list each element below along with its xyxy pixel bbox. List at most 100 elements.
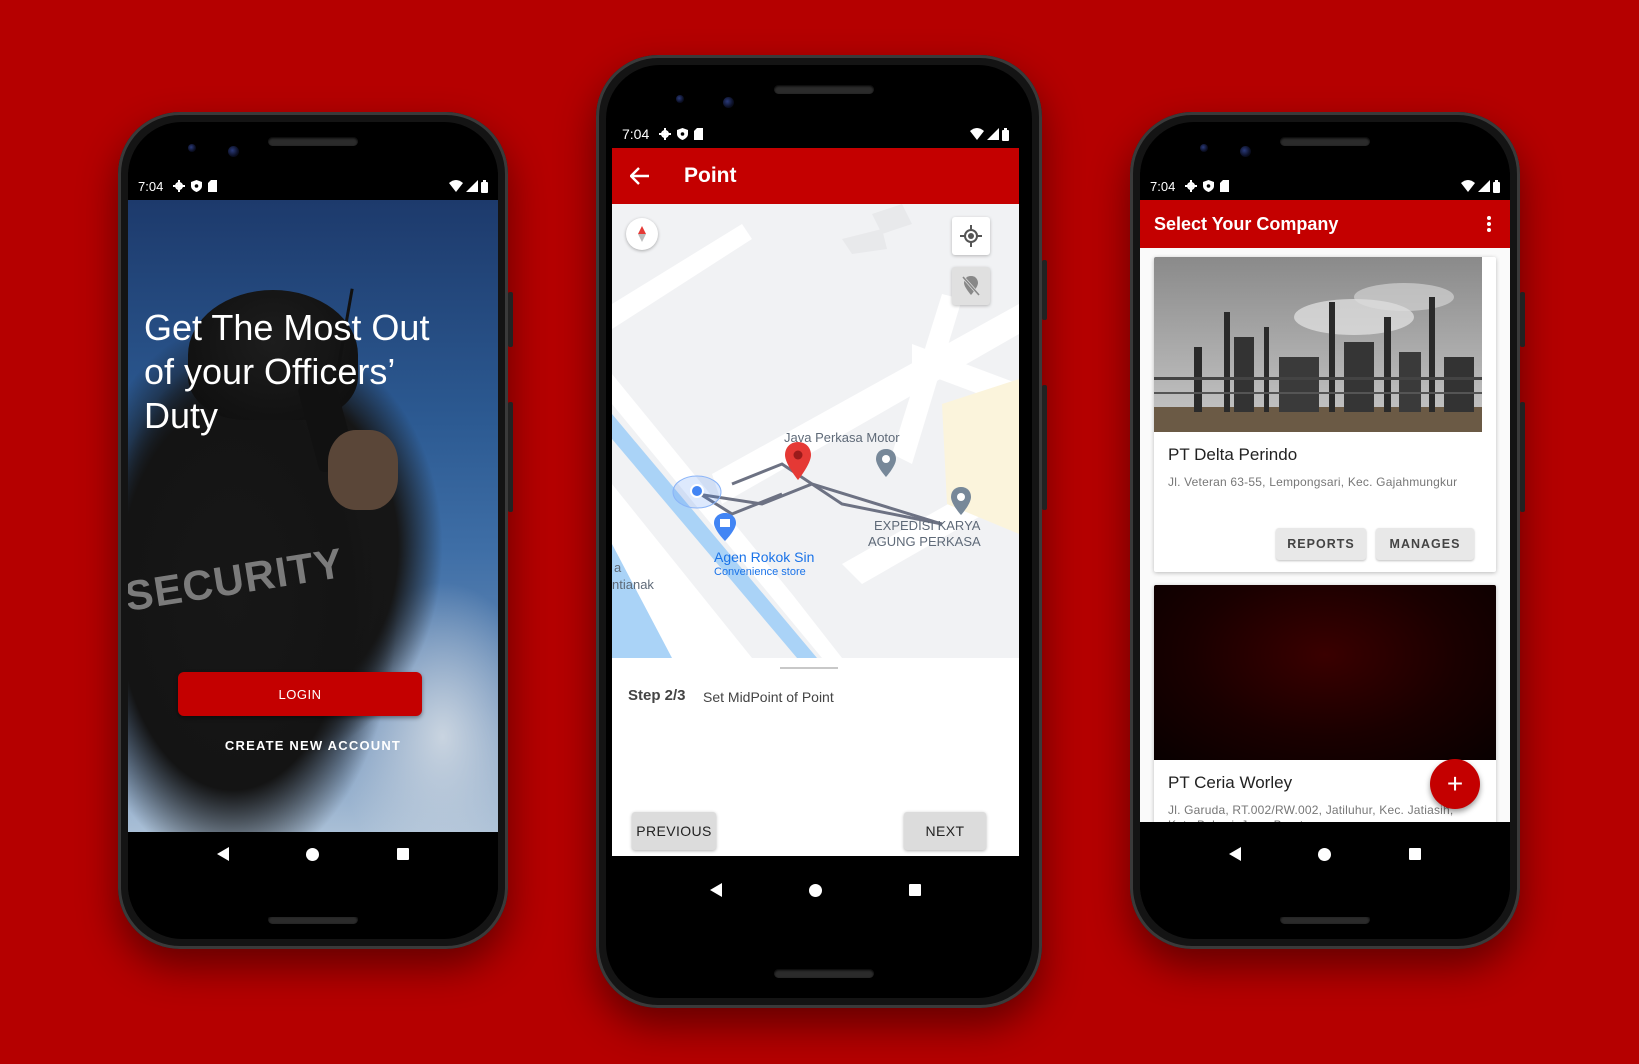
add-company-button[interactable]: + bbox=[1430, 759, 1480, 809]
earpiece bbox=[774, 85, 874, 94]
signal-icon bbox=[1478, 180, 1490, 192]
front-camera bbox=[1200, 144, 1208, 152]
wifi-icon bbox=[449, 180, 463, 192]
front-camera bbox=[676, 95, 684, 103]
page-title: Point bbox=[684, 164, 737, 187]
status-bar: 7:04 bbox=[128, 172, 498, 200]
nav-home-icon[interactable] bbox=[808, 883, 822, 897]
earpiece bbox=[268, 137, 358, 146]
front-camera bbox=[188, 144, 196, 152]
more-options-icon[interactable] bbox=[1486, 215, 1492, 233]
disable-pin-button[interactable] bbox=[952, 267, 990, 305]
volume-button bbox=[1042, 385, 1047, 510]
previous-button[interactable]: PREVIOUS bbox=[632, 812, 716, 850]
compass-icon[interactable] bbox=[626, 218, 658, 250]
login-screen: 7:04 SECURITY Get The Most Out of your O… bbox=[128, 172, 498, 917]
phone-bezel: 7:04 Select Your Company PT Delta Perind… bbox=[1140, 122, 1510, 939]
signal-icon bbox=[987, 128, 999, 140]
wifi-icon bbox=[1461, 180, 1475, 192]
signal-icon bbox=[466, 180, 478, 192]
earpiece bbox=[1280, 137, 1370, 146]
nav-recents-icon[interactable] bbox=[397, 848, 410, 860]
battery-icon bbox=[1493, 179, 1500, 193]
phone-point: 7:04 Point Java Perkasa Motor EXPEDISI K… bbox=[596, 55, 1047, 1008]
page-title: Select Your Company bbox=[1154, 213, 1339, 234]
nav-back-icon[interactable] bbox=[1228, 847, 1241, 861]
power-button bbox=[1520, 292, 1525, 347]
map-view[interactable]: Java Perkasa Motor EXPEDISI KARYA AGUNG … bbox=[612, 204, 1019, 658]
grey-pin-icon-2 bbox=[951, 487, 971, 515]
label-expedisi-1: EXPEDISI KARYA bbox=[874, 518, 981, 533]
system-nav-bar bbox=[1140, 832, 1510, 876]
company-screen: 7:04 Select Your Company PT Delta Perind… bbox=[1140, 172, 1510, 917]
company-list: PT Delta Perindo Jl. Veteran 63-55, Lemp… bbox=[1140, 248, 1510, 822]
status-bar: 7:04 bbox=[1140, 172, 1510, 200]
reports-button[interactable]: REPORTS bbox=[1276, 528, 1366, 560]
red-pin-icon bbox=[785, 442, 811, 480]
point-screen: 7:04 Point Java Perkasa Motor EXPEDISI K… bbox=[612, 120, 1019, 940]
step-description: Set MidPoint of Point bbox=[703, 689, 834, 705]
shield-icon bbox=[677, 128, 689, 140]
plus-icon: + bbox=[1446, 768, 1464, 799]
phone-bezel: 7:04 SECURITY Get The Most Out of your O… bbox=[128, 122, 498, 939]
company-address: Jl. Veteran 63-55, Lempongsari, Kec. Gaj… bbox=[1168, 475, 1458, 489]
shield-icon bbox=[191, 180, 203, 192]
sd-card-icon bbox=[694, 128, 704, 140]
system-nav-bar bbox=[612, 868, 1019, 912]
app-bar: Point bbox=[612, 148, 1019, 204]
power-button bbox=[508, 292, 513, 347]
sd-card-icon bbox=[1220, 180, 1230, 192]
label-pontianak: ntianak bbox=[612, 577, 654, 592]
sheet-handle[interactable] bbox=[780, 667, 838, 669]
next-button[interactable]: NEXT bbox=[904, 812, 986, 850]
grey-pin-icon bbox=[876, 449, 896, 477]
company-card[interactable]: PT Delta Perindo Jl. Veteran 63-55, Lemp… bbox=[1154, 257, 1496, 572]
store-pin-icon bbox=[714, 513, 736, 541]
nav-back-icon[interactable] bbox=[216, 847, 229, 861]
wifi-icon bbox=[970, 128, 984, 140]
app-bar: Select Your Company bbox=[1140, 200, 1510, 248]
company-name: PT Delta Perindo bbox=[1168, 445, 1298, 464]
nav-home-icon[interactable] bbox=[1318, 847, 1332, 861]
step-label: Step 2/3 bbox=[628, 687, 686, 704]
officer-hand bbox=[328, 430, 398, 510]
phone-login: 7:04 SECURITY Get The Most Out of your O… bbox=[118, 112, 513, 949]
nav-back-icon[interactable] bbox=[710, 883, 723, 897]
my-location-icon bbox=[960, 225, 982, 247]
nav-recents-icon[interactable] bbox=[908, 884, 921, 896]
status-time: 7:04 bbox=[138, 178, 164, 194]
create-account-button[interactable]: CREATE NEW ACCOUNT bbox=[128, 738, 498, 753]
gear-icon bbox=[659, 128, 672, 140]
sd-card-icon bbox=[208, 180, 218, 192]
company-address: Jl. Garuda, RT.002/RW.002, Jatiluhur, Ke… bbox=[1168, 803, 1454, 822]
my-location-button[interactable] bbox=[952, 217, 990, 255]
bottom-speaker bbox=[774, 969, 874, 978]
nav-home-icon[interactable] bbox=[306, 847, 320, 861]
status-time: 7:04 bbox=[1150, 178, 1176, 194]
volume-button bbox=[508, 402, 513, 512]
label-agen-rokok: Agen Rokok Sin bbox=[714, 549, 815, 565]
phone-company: 7:04 Select Your Company PT Delta Perind… bbox=[1130, 112, 1525, 949]
system-nav-bar bbox=[128, 832, 498, 876]
label-expedisi-2: AGUNG PERKASA bbox=[868, 534, 981, 549]
gear-icon bbox=[173, 180, 186, 192]
status-time: 7:04 bbox=[622, 126, 650, 142]
front-camera-2 bbox=[723, 97, 734, 108]
manages-button[interactable]: MANAGES bbox=[1376, 528, 1474, 560]
front-camera-2 bbox=[228, 146, 239, 157]
label-agen-rokok-sub: Convenience store bbox=[714, 566, 806, 578]
login-button[interactable]: LOGIN bbox=[178, 672, 422, 716]
phone-bezel: 7:04 Point Java Perkasa Motor EXPEDISI K… bbox=[606, 65, 1032, 998]
back-arrow-icon[interactable] bbox=[630, 167, 650, 185]
volume-button bbox=[1520, 402, 1525, 512]
label-java-perkasa: Java Perkasa Motor bbox=[784, 430, 900, 445]
login-headline: Get The Most Out of your Officers’ Duty bbox=[144, 307, 430, 436]
power-button bbox=[1042, 260, 1047, 320]
company-name: PT Ceria Worley bbox=[1168, 773, 1293, 792]
refinery-image bbox=[1154, 257, 1482, 432]
battery-icon bbox=[481, 179, 488, 193]
location-off-icon bbox=[961, 276, 981, 296]
nav-recents-icon[interactable] bbox=[1409, 848, 1422, 860]
shield-icon bbox=[1203, 180, 1215, 192]
company-image bbox=[1154, 585, 1496, 760]
